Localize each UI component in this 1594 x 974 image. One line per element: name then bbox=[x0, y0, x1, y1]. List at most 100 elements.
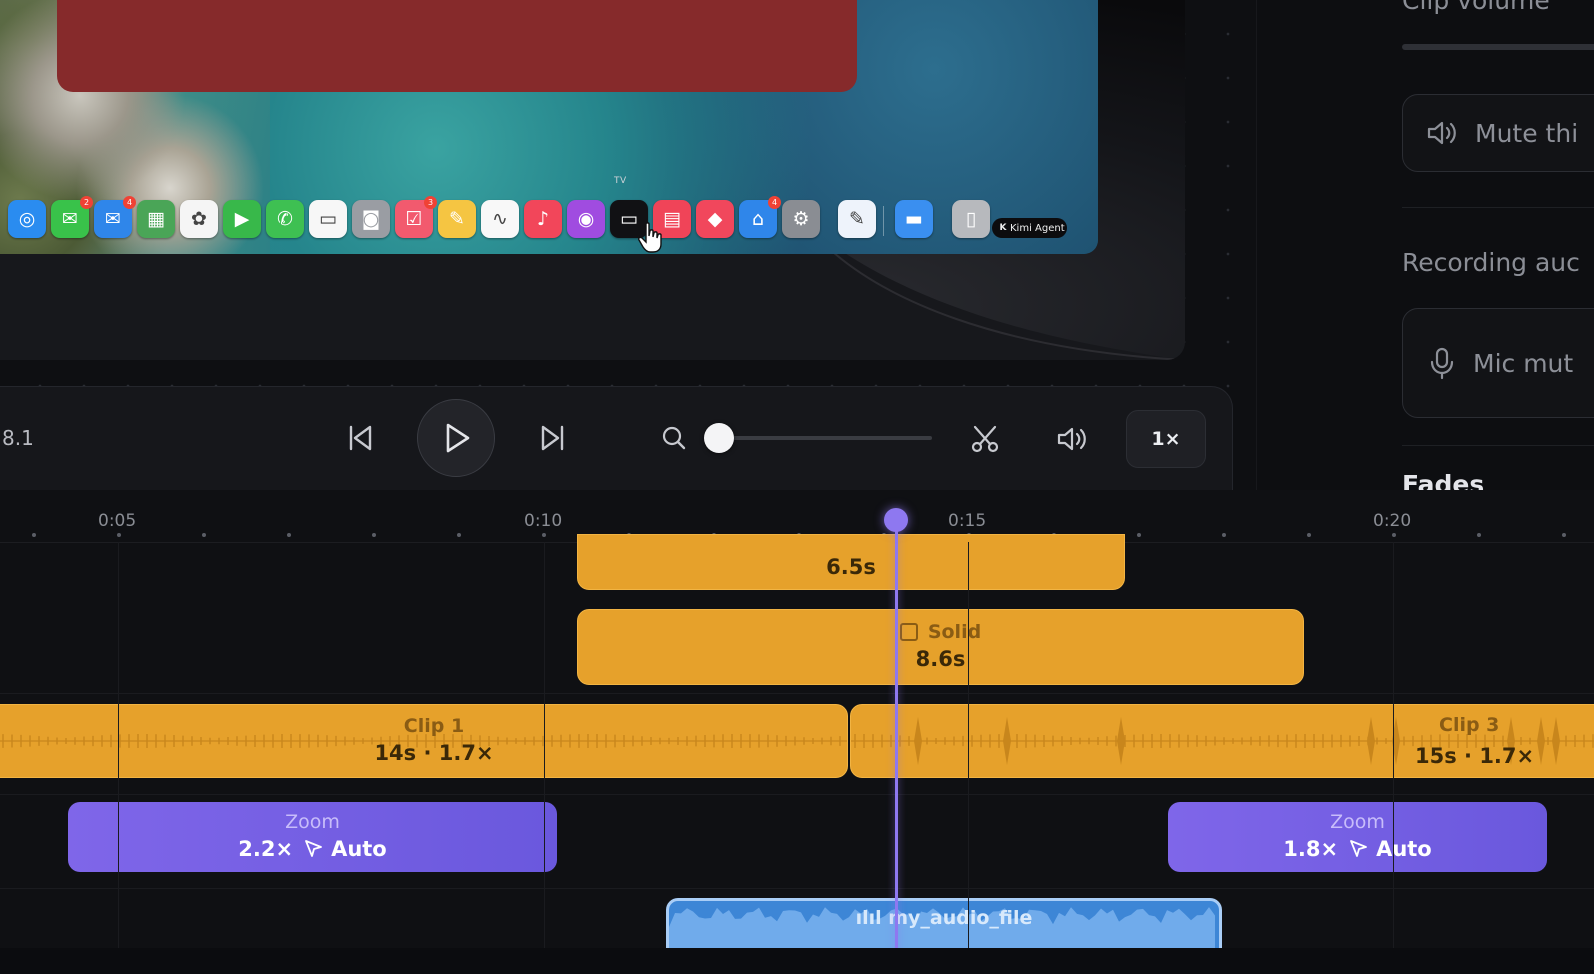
zoom-clip-2-value: 1.8× bbox=[1283, 837, 1339, 861]
ruler-tick bbox=[32, 533, 36, 537]
speaker-icon bbox=[1057, 427, 1086, 451]
ruler-tick bbox=[202, 533, 206, 537]
settings-dock-icon[interactable]: ⚙ bbox=[782, 200, 820, 238]
podcasts-dock-icon[interactable]: ◉ bbox=[567, 200, 605, 238]
section-divider bbox=[1402, 445, 1594, 446]
ruler-tick bbox=[287, 533, 291, 537]
clip-1-name: Clip 1 bbox=[403, 715, 465, 737]
track-separator bbox=[0, 888, 1594, 889]
zoom-search-icon bbox=[658, 422, 690, 454]
video-clip-1[interactable]: Clip 1 14s · 1.7× bbox=[0, 704, 848, 778]
contacts-dock-icon[interactable]: ◙ bbox=[352, 200, 390, 238]
volume-button[interactable] bbox=[1052, 420, 1092, 458]
bottom-edge bbox=[0, 948, 1594, 974]
mic-mute-label: Mic mut bbox=[1473, 348, 1574, 378]
notification-badge: 3 bbox=[424, 196, 437, 209]
mic-mute-button[interactable]: Mic mut bbox=[1402, 308, 1594, 418]
skip-back-button[interactable] bbox=[340, 418, 380, 458]
hand-cursor-icon bbox=[638, 222, 662, 253]
messages-dock-icon[interactable]: ✉ 2 bbox=[51, 196, 93, 238]
zoom-clip-2-details: 1.8× Auto bbox=[1283, 834, 1431, 864]
overlay-clip-top-duration: 6.5s bbox=[826, 555, 876, 579]
safari-dock-icon[interactable]: ◎ bbox=[8, 200, 46, 238]
ruler-tick bbox=[1392, 533, 1396, 537]
ruler-tick bbox=[1137, 533, 1141, 537]
zoom-clip-1-mode: Auto bbox=[331, 837, 387, 861]
preview-frame: TV ◎ ✉ 2 ✉ 4 ▦ ✿ ▶ ✆ ▭ ◙ ☑ 3 ✎ ∿ ♪ ◉ ▭ ▤ ◆ ⌂ 4 ⚙ ✎ ▬ ▯ K Kimi Age… bbox=[0, 0, 1185, 360]
solid-clip-label: Solid bbox=[927, 621, 982, 643]
playback-speed-button[interactable]: 1× bbox=[1126, 410, 1206, 468]
timeline[interactable]: 0:05 0:10 0:15 0:20 6.5s Solid 8.6s Clip 1 … bbox=[0, 490, 1594, 948]
skip-forward-button[interactable] bbox=[533, 418, 573, 458]
overlay-clip-top[interactable]: 6.5s bbox=[577, 534, 1125, 590]
ruler-tick bbox=[1477, 533, 1481, 537]
clip-1-info: 14s · 1.7× bbox=[374, 741, 494, 765]
speaker-icon bbox=[1427, 121, 1456, 145]
calendar-dock-icon[interactable]: ▭ bbox=[309, 200, 347, 238]
zoom-clip-1-value: 2.2× bbox=[238, 837, 294, 861]
phone-dock-icon[interactable]: ✆ bbox=[266, 200, 304, 238]
current-time-label: 8.1 bbox=[2, 426, 34, 450]
mail-dock-icon[interactable]: ✉ 4 bbox=[94, 196, 136, 238]
clip-3-info: 15s · 1.7× bbox=[1415, 744, 1535, 768]
fades-label: Fades bbox=[1402, 470, 1485, 490]
clip-volume-slider[interactable] bbox=[1402, 44, 1594, 50]
app-store-dock-icon[interactable]: ⌂ 4 bbox=[739, 196, 781, 238]
zoom-slider-track[interactable] bbox=[718, 436, 932, 440]
notification-badge: 2 bbox=[80, 196, 93, 209]
arcade-dock-icon[interactable]: ◆ bbox=[696, 200, 734, 238]
ruler-tick-label: 0:05 bbox=[98, 511, 137, 531]
mute-clip-label: Mute thi bbox=[1475, 118, 1579, 148]
mute-clip-button[interactable]: Mute thi bbox=[1402, 94, 1594, 172]
notes-dock-icon[interactable]: ✎ bbox=[438, 200, 476, 238]
dock-divider bbox=[883, 206, 884, 236]
playhead[interactable] bbox=[895, 527, 898, 974]
ruler-tick bbox=[372, 533, 376, 537]
scissors-icon bbox=[971, 425, 999, 453]
trash-dock-icon[interactable]: ▯ bbox=[952, 200, 990, 238]
freeform-dock-icon[interactable]: ∿ bbox=[481, 200, 519, 238]
solid-clip-duration: 8.6s bbox=[915, 647, 966, 671]
zoom-slider-knob[interactable] bbox=[704, 423, 734, 453]
clip-volume-label: Clip volume bbox=[1402, 0, 1550, 15]
dock-tooltip: TV bbox=[614, 176, 627, 186]
reminders-dock-icon[interactable]: ☑ 3 bbox=[395, 196, 437, 238]
play-icon bbox=[446, 423, 470, 453]
solid-clip[interactable]: Solid 8.6s bbox=[577, 609, 1304, 685]
zoom-clip-2-label: Zoom bbox=[1330, 811, 1385, 833]
music-dock-icon[interactable]: ♪ bbox=[524, 200, 562, 238]
skip-forward-icon bbox=[541, 425, 564, 451]
ruler-tick bbox=[117, 533, 121, 537]
photos-dock-icon[interactable]: ✿ bbox=[180, 200, 218, 238]
zoom-clip-1-details: 2.2× Auto bbox=[238, 834, 386, 864]
playback-controls-bar bbox=[0, 386, 1233, 490]
zoom-clip-2[interactable]: Zoom 1.8× Auto bbox=[1168, 802, 1547, 872]
folder-dock-icon[interactable]: ▬ bbox=[895, 200, 933, 238]
agent-pill-label: Kimi Agent bbox=[1010, 222, 1065, 234]
red-overlay-panel[interactable] bbox=[57, 0, 857, 92]
grid-line bbox=[544, 542, 545, 948]
ruler-tick bbox=[1562, 533, 1566, 537]
playhead-handle[interactable] bbox=[884, 508, 908, 532]
audio-clip[interactable]: ılıl my_audio_file bbox=[666, 898, 1222, 948]
facetime-dock-icon[interactable]: ▶ bbox=[223, 200, 261, 238]
zoom-clip-1[interactable]: Zoom 2.2× Auto bbox=[68, 802, 557, 872]
ruler-tick bbox=[457, 533, 461, 537]
maps-dock-icon[interactable]: ▦ bbox=[137, 200, 175, 238]
skip-back-icon bbox=[349, 425, 372, 451]
grid-line bbox=[1393, 542, 1394, 948]
grid-line bbox=[118, 542, 119, 948]
section-divider bbox=[1402, 207, 1594, 208]
agent-pill: K Kimi Agent bbox=[992, 218, 1067, 238]
video-clip-3[interactable]: Clip 3 15s · 1.7× bbox=[850, 704, 1594, 778]
ruler-tick-label: 0:10 bbox=[524, 511, 563, 531]
audio-clip-name: my_audio_file bbox=[888, 907, 1033, 929]
ruler-tick-label: 0:15 bbox=[948, 511, 987, 531]
textedit-dock-icon[interactable]: ✎ bbox=[838, 200, 876, 238]
play-button[interactable] bbox=[417, 399, 495, 477]
clip-settings-panel: Clip volume Mute thi Recording auc Mic m… bbox=[1256, 0, 1594, 490]
track-separator bbox=[0, 693, 1594, 694]
split-scissors-button[interactable] bbox=[966, 420, 1004, 458]
cursor-arrow-icon bbox=[1350, 840, 1367, 857]
audio-clip-header: ılıl my_audio_file bbox=[669, 907, 1219, 929]
